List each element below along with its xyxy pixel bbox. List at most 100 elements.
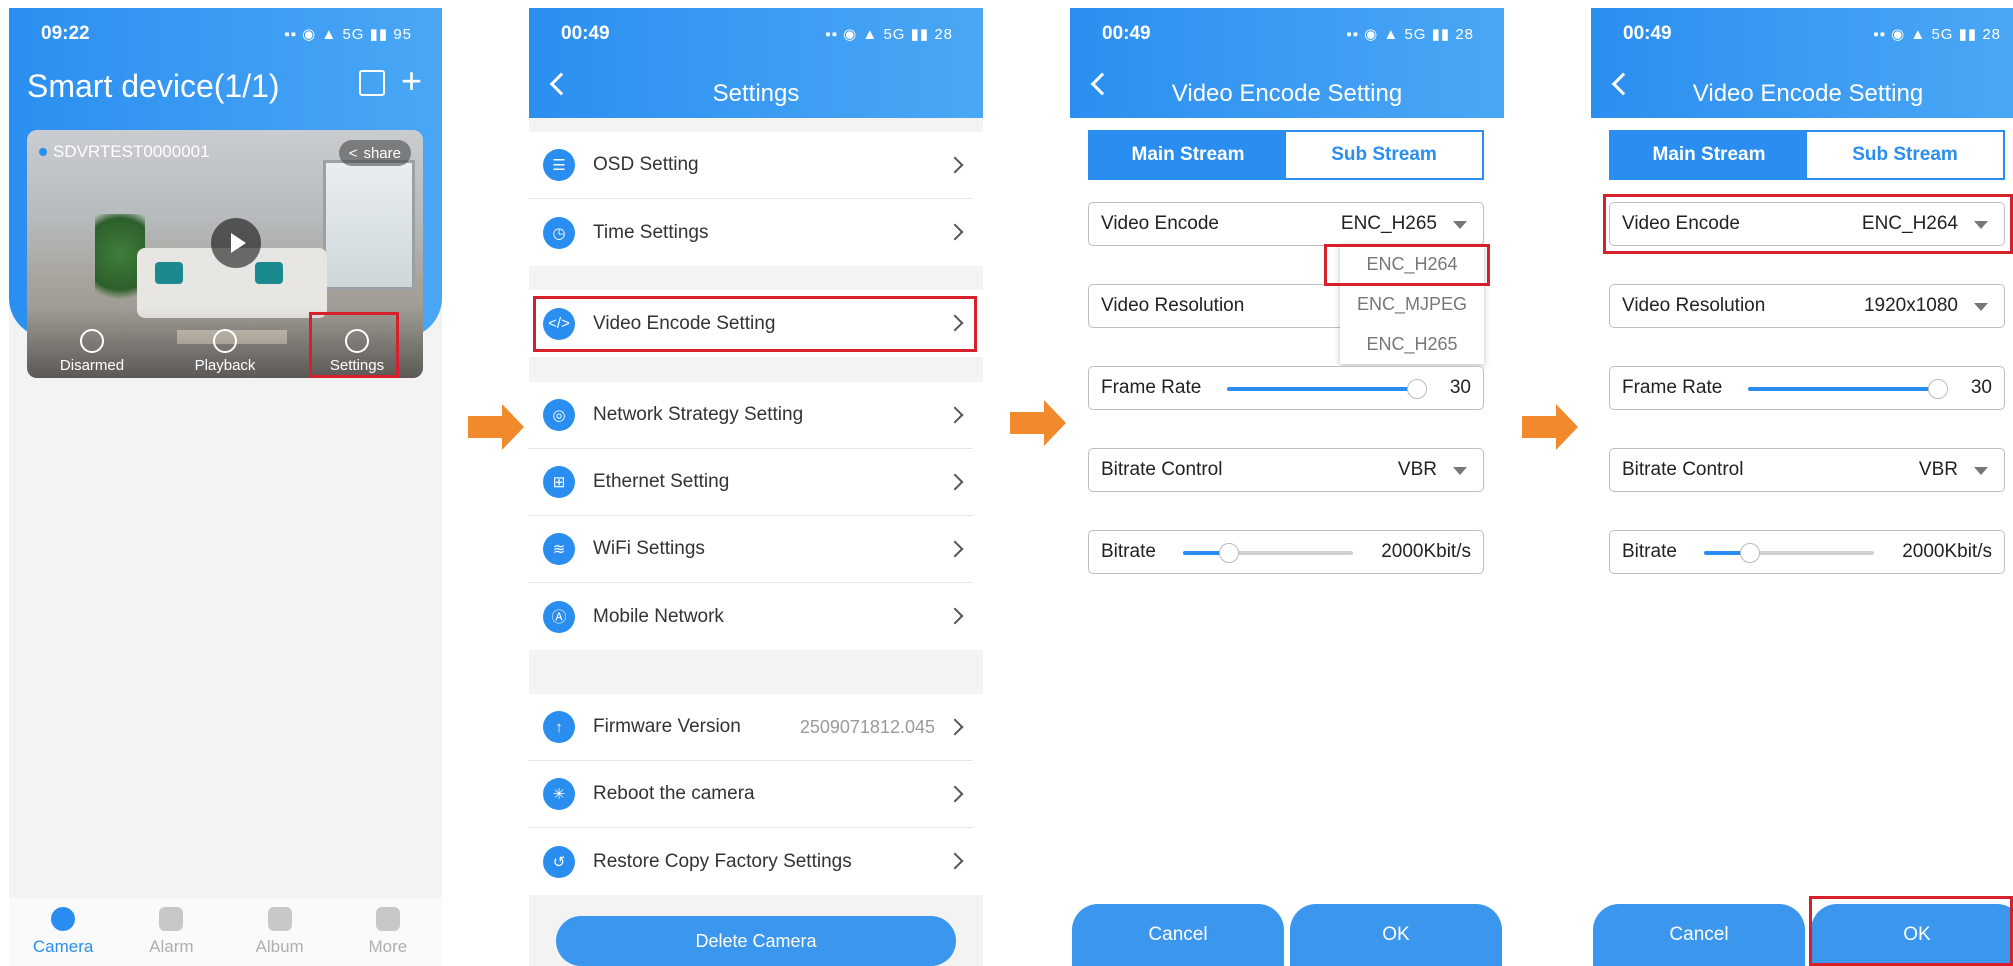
option-enc-mjpeg[interactable]: ENC_MJPEG xyxy=(1340,284,1484,324)
frame-rate-slider[interactable] xyxy=(1748,379,1948,399)
share-button[interactable]: < share xyxy=(338,140,411,166)
slider-knob[interactable] xyxy=(1928,379,1948,399)
menu-item-restore[interactable]: ↺ Restore Copy Factory Settings xyxy=(529,828,973,895)
cancel-button[interactable]: Cancel xyxy=(1072,904,1284,966)
video-encode-value: ENC_H265 xyxy=(1340,213,1437,234)
menu-item-osd[interactable]: ☰ OSD Setting xyxy=(529,132,973,199)
dropdown-arrow-icon xyxy=(1974,467,1988,475)
playback-button[interactable]: Playback xyxy=(175,329,275,374)
camera-name-text: SDVRTEST0000001 xyxy=(53,142,210,161)
phone-device-list: 09:22 ▪▪ ◉ ▲ 5G ▮▮ 95 Smart device(1/1) … xyxy=(9,8,442,966)
menu-label: Mobile Network xyxy=(593,605,724,627)
tab-alarm[interactable]: Alarm xyxy=(121,907,221,957)
page-title: Video Encode Setting xyxy=(1171,80,1403,107)
video-encode-select[interactable]: Video Encode ENC_H265 xyxy=(1088,202,1484,246)
bitrate-control-select[interactable]: Bitrate Control VBR xyxy=(1088,448,1484,492)
menu-label: Restore Copy Factory Settings xyxy=(593,850,852,872)
play-icon[interactable] xyxy=(211,218,261,268)
field-label: Frame Rate xyxy=(1622,377,1723,398)
status-time: 09:22 xyxy=(41,23,90,44)
add-device-icon[interactable]: + xyxy=(401,63,429,99)
settings-group-4: ↑ Firmware Version 2509071812.045 ✳ Rebo… xyxy=(529,694,983,895)
status-icons: ▪▪ ◉ ▲ 5G ▮▮ 28 xyxy=(1346,26,1474,43)
menu-item-firmware[interactable]: ↑ Firmware Version 2509071812.045 xyxy=(529,694,973,761)
status-bar: 09:22 ▪▪ ◉ ▲ 5G ▮▮ 95 xyxy=(9,8,442,60)
bitrate-row: Bitrate 2000Kbit/s xyxy=(1088,530,1484,574)
highlight-video-encode xyxy=(533,296,977,352)
grid-view-icon[interactable] xyxy=(359,70,385,96)
dropdown-arrow-icon xyxy=(1453,467,1467,475)
tab-main-stream[interactable]: Main Stream xyxy=(1090,132,1286,178)
bitrate-row: Bitrate 2000Kbit/s xyxy=(1609,530,2005,574)
frame-rate-slider[interactable] xyxy=(1227,379,1427,399)
slider-knob[interactable] xyxy=(1218,543,1239,563)
phone-settings: 00:49 ▪▪ ◉ ▲ 5G ▮▮ 28 Settings ☰ OSD Set… xyxy=(529,8,983,966)
settings-navbar: 00:49 ▪▪ ◉ ▲ 5G ▮▮ 28 Settings xyxy=(529,8,983,118)
tab-more[interactable]: More xyxy=(338,907,438,957)
field-label: Video Encode xyxy=(1101,213,1219,234)
clock-icon: ◷ xyxy=(543,216,575,249)
flow-arrow-icon xyxy=(1010,400,1066,446)
field-label: Bitrate xyxy=(1101,541,1156,562)
frame-rate-value: 30 xyxy=(1970,377,1992,398)
page-title: Video Encode Setting xyxy=(1692,80,1924,107)
share-label: share xyxy=(363,144,401,162)
video-resolution-select[interactable]: Video Resolution 1920x1080 xyxy=(1609,284,2005,328)
field-label: Frame Rate xyxy=(1101,377,1202,398)
chevron-right-icon xyxy=(946,785,964,803)
tab-camera[interactable]: Camera xyxy=(13,907,113,957)
camera-name: SDVRTEST0000001 xyxy=(39,142,210,162)
slider-knob[interactable] xyxy=(1739,543,1760,563)
menu-item-wifi[interactable]: ≋ WiFi Settings xyxy=(529,516,973,583)
cancel-button[interactable]: Cancel xyxy=(1593,904,1805,966)
field-label: Bitrate xyxy=(1622,541,1677,562)
menu-label: Reboot the camera xyxy=(593,783,755,804)
menu-item-ethernet[interactable]: ⊞ Ethernet Setting xyxy=(529,449,973,516)
menu-item-network-strategy[interactable]: ◎ Network Strategy Setting xyxy=(529,382,973,449)
restore-icon: ↺ xyxy=(543,845,575,878)
tab-sub-stream[interactable]: Sub Stream xyxy=(1807,132,2003,178)
field-label: Video Resolution xyxy=(1101,295,1245,316)
disarmed-button[interactable]: Disarmed xyxy=(42,329,142,374)
chevron-right-icon xyxy=(946,223,964,241)
slider-knob[interactable] xyxy=(1407,379,1427,399)
share-icon: < xyxy=(348,144,358,162)
online-dot xyxy=(39,148,47,156)
status-bar: 00:49 ▪▪ ◉ ▲ 5G ▮▮ 28 xyxy=(1070,8,1504,60)
delete-camera-button[interactable]: Delete Camera xyxy=(556,916,956,966)
bitrate-value: 2000Kbit/s xyxy=(1381,541,1471,562)
status-time: 00:49 xyxy=(1623,23,1672,44)
menu-label: WiFi Settings xyxy=(593,538,705,559)
upload-icon: ↑ xyxy=(543,711,575,743)
menu-item-mobile-network[interactable]: Ⓐ Mobile Network xyxy=(529,583,973,650)
bottom-tab-bar: Camera Alarm Album More xyxy=(9,898,442,966)
antenna-icon: Ⓐ xyxy=(543,600,575,633)
bitrate-slider[interactable] xyxy=(1704,543,1874,563)
tab-camera-label: Camera xyxy=(32,937,94,956)
ok-button[interactable]: OK xyxy=(1290,904,1502,966)
battery-level: 28 xyxy=(1982,26,2001,43)
bitrate-slider[interactable] xyxy=(1183,543,1353,563)
shield-icon xyxy=(80,329,104,353)
menu-item-reboot[interactable]: ✳ Reboot the camera xyxy=(529,761,973,828)
chevron-right-icon xyxy=(946,406,964,424)
flow-arrow-icon xyxy=(1522,404,1578,450)
menu-item-time[interactable]: ◷ Time Settings xyxy=(529,199,973,266)
menu-label: Time Settings xyxy=(593,221,709,243)
room-pillow xyxy=(155,262,183,284)
firmware-version-value: 2509071812.045 xyxy=(799,716,935,737)
option-enc-h265[interactable]: ENC_H265 xyxy=(1340,324,1484,364)
bell-icon xyxy=(159,907,184,931)
slider-fill xyxy=(1748,387,1938,391)
frame-rate-row: Frame Rate 30 xyxy=(1088,366,1484,410)
menu-label: Firmware Version xyxy=(593,716,741,737)
status-icons: ▪▪ ◉ ▲ 5G ▮▮ 95 xyxy=(284,26,412,43)
battery-level: 28 xyxy=(934,26,953,43)
tab-sub-stream[interactable]: Sub Stream xyxy=(1286,132,1482,178)
tab-album[interactable]: Album xyxy=(230,907,330,957)
frame-rate-value: 30 xyxy=(1449,377,1471,398)
bitrate-control-select[interactable]: Bitrate Control VBR xyxy=(1609,448,2005,492)
tab-main-stream[interactable]: Main Stream xyxy=(1611,132,1807,178)
flow-arrow-icon xyxy=(468,404,524,450)
field-label: Video Resolution xyxy=(1622,295,1766,316)
